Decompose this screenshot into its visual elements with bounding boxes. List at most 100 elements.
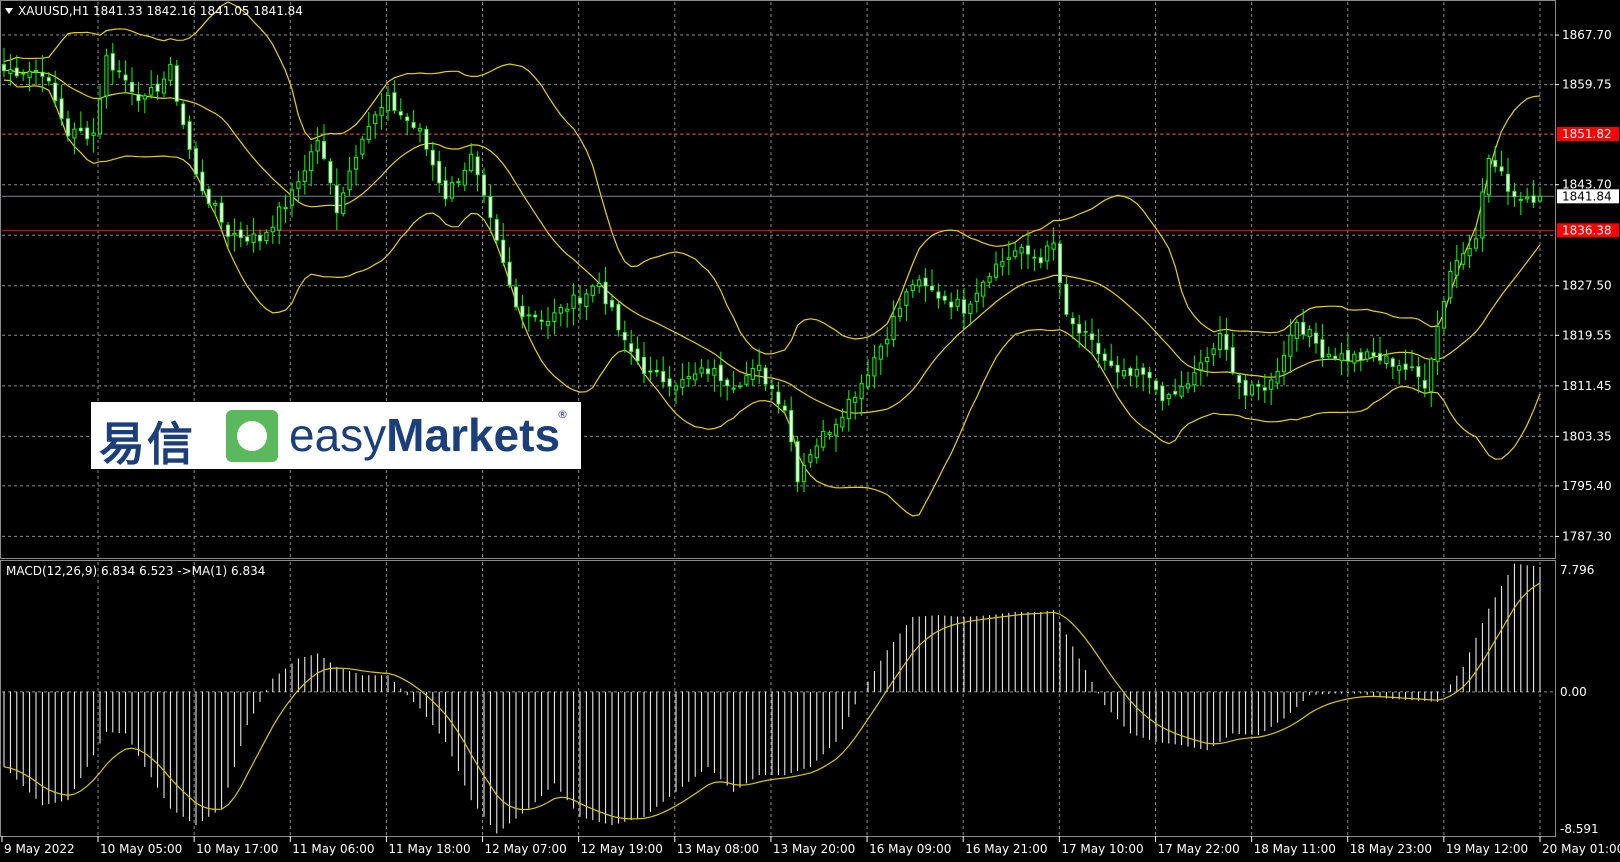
- candle[interactable]: [533, 310, 538, 322]
- candle[interactable]: [1416, 357, 1421, 393]
- candle[interactable]: [1038, 248, 1043, 269]
- candle[interactable]: [238, 221, 243, 248]
- candle[interactable]: [14, 55, 19, 78]
- candle[interactable]: [1077, 314, 1082, 348]
- candle[interactable]: [936, 283, 941, 309]
- candle[interactable]: [296, 170, 301, 202]
- candle[interactable]: [1281, 340, 1287, 386]
- candle[interactable]: [942, 290, 947, 305]
- candle[interactable]: [993, 251, 999, 281]
- candle[interactable]: [833, 418, 839, 453]
- candle[interactable]: [981, 279, 986, 308]
- candle[interactable]: [193, 141, 198, 178]
- candle[interactable]: [1249, 381, 1255, 397]
- candle[interactable]: [1518, 191, 1523, 215]
- candle[interactable]: [417, 123, 423, 143]
- candle[interactable]: [283, 194, 288, 224]
- candle[interactable]: [725, 377, 730, 401]
- candle[interactable]: [270, 215, 275, 244]
- candle[interactable]: [962, 287, 967, 330]
- candle[interactable]: [1179, 370, 1184, 399]
- candle[interactable]: [718, 351, 723, 398]
- candle[interactable]: [1480, 178, 1485, 252]
- candle[interactable]: [1506, 157, 1511, 206]
- candle[interactable]: [616, 300, 621, 337]
- candle[interactable]: [622, 320, 627, 353]
- candle[interactable]: [1154, 378, 1159, 395]
- candle[interactable]: [385, 86, 391, 121]
- candle[interactable]: [680, 363, 685, 396]
- candle[interactable]: [1243, 374, 1248, 409]
- candle[interactable]: [1045, 240, 1050, 270]
- candle[interactable]: [661, 356, 666, 389]
- candle[interactable]: [302, 154, 307, 195]
- candle[interactable]: [545, 307, 551, 339]
- candle[interactable]: [827, 430, 832, 440]
- candle[interactable]: [558, 304, 563, 327]
- candle[interactable]: [1352, 351, 1357, 373]
- candle[interactable]: [603, 266, 608, 315]
- candle[interactable]: [78, 111, 83, 133]
- candle[interactable]: [1224, 317, 1229, 361]
- candle[interactable]: [584, 289, 589, 321]
- candle[interactable]: [437, 150, 442, 193]
- candle[interactable]: [904, 288, 909, 321]
- candle[interactable]: [808, 449, 813, 468]
- candle[interactable]: [1051, 227, 1056, 261]
- candle[interactable]: [1448, 261, 1453, 304]
- candle[interactable]: [789, 396, 794, 452]
- candle[interactable]: [507, 247, 512, 288]
- candle[interactable]: [1339, 342, 1344, 376]
- candle[interactable]: [737, 382, 743, 389]
- candle[interactable]: [1429, 356, 1434, 407]
- candle[interactable]: [1441, 297, 1447, 334]
- candle[interactable]: [360, 135, 365, 160]
- candle[interactable]: [1032, 249, 1037, 272]
- candle[interactable]: [1499, 150, 1504, 177]
- candle[interactable]: [1256, 379, 1261, 401]
- candle[interactable]: [1275, 357, 1280, 389]
- candle[interactable]: [289, 182, 295, 218]
- candle[interactable]: [187, 115, 192, 159]
- candle[interactable]: [949, 292, 954, 320]
- candle[interactable]: [110, 42, 115, 85]
- candle[interactable]: [328, 158, 333, 195]
- candle[interactable]: [1531, 179, 1536, 209]
- candle[interactable]: [341, 186, 346, 217]
- candle[interactable]: [706, 359, 711, 382]
- candle[interactable]: [136, 81, 141, 112]
- candle[interactable]: [251, 217, 256, 253]
- candle[interactable]: [501, 223, 506, 266]
- candle[interactable]: [1141, 363, 1146, 392]
- candle[interactable]: [334, 168, 339, 230]
- candle[interactable]: [1435, 310, 1440, 375]
- candle[interactable]: [853, 391, 858, 420]
- candle[interactable]: [72, 122, 77, 155]
- candle[interactable]: [1493, 146, 1498, 173]
- candle[interactable]: [814, 438, 819, 464]
- candle[interactable]: [424, 125, 429, 156]
- candle[interactable]: [181, 99, 186, 130]
- candle[interactable]: [1121, 358, 1127, 379]
- candle[interactable]: [366, 112, 371, 144]
- candle[interactable]: [968, 300, 973, 326]
- candle[interactable]: [174, 60, 179, 106]
- candle[interactable]: [21, 69, 26, 82]
- candle[interactable]: [1461, 242, 1466, 270]
- candle[interactable]: [309, 143, 314, 187]
- candle[interactable]: [1403, 349, 1408, 381]
- candle[interactable]: [1230, 332, 1235, 376]
- candle[interactable]: [821, 419, 826, 452]
- candle[interactable]: [1294, 319, 1299, 352]
- candle[interactable]: [379, 93, 384, 130]
- candle[interactable]: [1365, 348, 1370, 362]
- candle[interactable]: [1333, 347, 1338, 361]
- candle[interactable]: [731, 371, 736, 393]
- triangle-down-icon[interactable]: [5, 8, 13, 14]
- candle[interactable]: [66, 110, 71, 142]
- candle[interactable]: [277, 202, 282, 245]
- candle[interactable]: [1083, 320, 1088, 349]
- candle[interactable]: [232, 218, 237, 252]
- candle[interactable]: [1185, 371, 1191, 394]
- candle[interactable]: [488, 184, 493, 234]
